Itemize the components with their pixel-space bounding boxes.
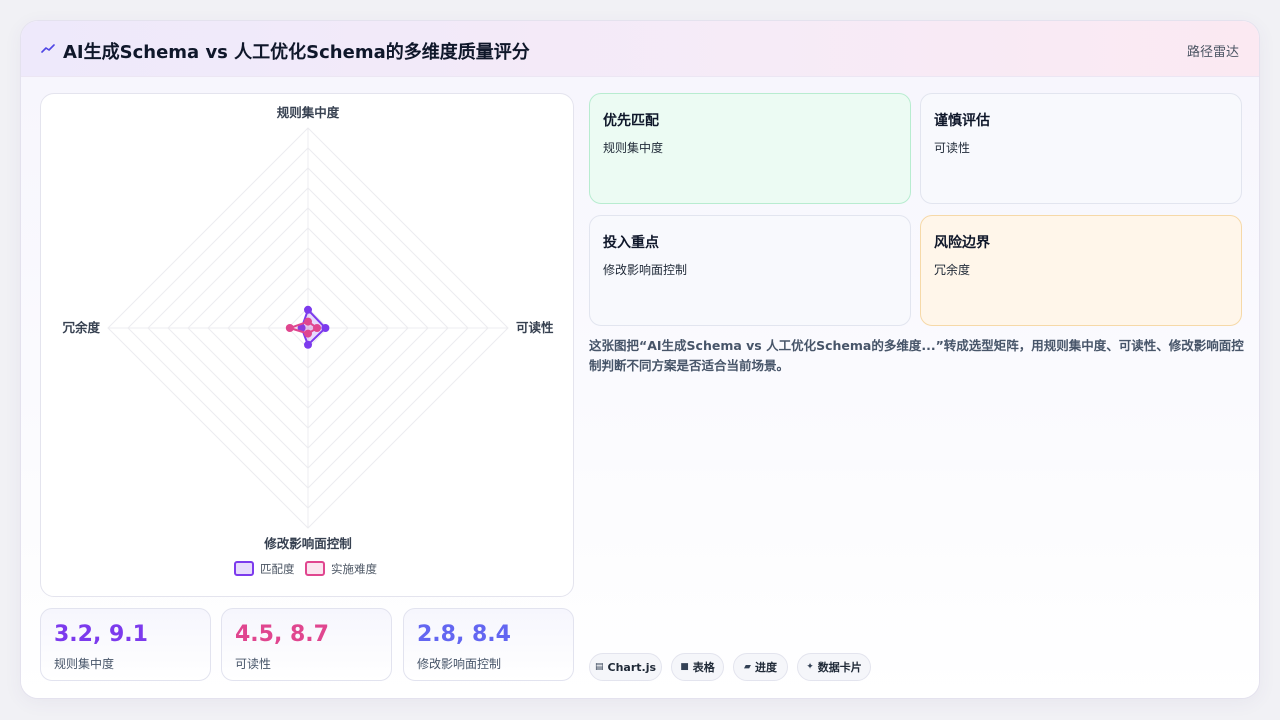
- radar-panel: 规则集中度可读性修改影响面控制 冗余度匹配度 实施难度: [40, 93, 574, 597]
- radar-data-point: [304, 305, 312, 314]
- radar-data-point: [285, 324, 294, 332]
- tile-title: 风险边界: [934, 235, 990, 251]
- stat-value: 3.2, 9.1: [54, 622, 148, 647]
- progress-icon: ▰: [744, 662, 751, 672]
- stat-card-2: 2.8, 8.4 修改影响面控制: [403, 608, 574, 681]
- radar-chart: 规则集中度可读性修改影响面控制 冗余度匹配度 实施难度: [61, 105, 554, 576]
- line-chart-icon: [41, 42, 55, 56]
- stat-value: 2.8, 8.4: [417, 622, 511, 647]
- header: AI生成Schema vs 人工优化Schema的多维度质量评分 路径雷达: [21, 21, 1259, 77]
- tile-risk-boundary: 风险边界 冗余度: [920, 215, 1242, 326]
- chip-data-card[interactable]: ✦ 数据卡片: [797, 653, 871, 681]
- legend-swatch: [305, 561, 325, 576]
- tile-priority-match: 优先匹配 规则集中度: [589, 93, 911, 204]
- chip-chartjs[interactable]: ▤ Chart.js: [589, 653, 662, 681]
- dashboard-card: AI生成Schema vs 人工优化Schema的多维度质量评分 路径雷达 规则…: [20, 20, 1260, 699]
- radar-axis-label: 冗余度: [61, 320, 100, 335]
- data-card-icon: ✦: [806, 662, 814, 672]
- tile-value: 规则集中度: [603, 141, 664, 155]
- tile-careful-evaluation: 谨慎评估 可读性: [920, 93, 1242, 204]
- radar-axis-label: 规则集中度: [277, 105, 340, 120]
- radar-axis-label: 可读性: [516, 320, 554, 335]
- tile-value: 可读性: [934, 141, 971, 155]
- chip-label: 进度: [754, 661, 777, 674]
- stat-card-1: 4.5, 8.7 可读性: [221, 608, 392, 681]
- legend-swatch: [234, 561, 254, 576]
- chart-icon: ▤: [594, 662, 604, 672]
- radar-axis-label: 修改影响面控制: [263, 536, 352, 551]
- chip-progress[interactable]: ▰ 进度: [733, 653, 788, 681]
- radar-data-point: [304, 317, 312, 326]
- chart-kind-label: 路径雷达: [1186, 45, 1239, 60]
- radar-data-point: [304, 340, 312, 349]
- radar-data-point: [304, 329, 312, 338]
- radar-data-point: [321, 324, 330, 332]
- tile-investment-focus: 投入重点 修改影响面控制: [589, 215, 911, 326]
- legend-label: 匹配度: [260, 562, 295, 576]
- tile-title: 谨慎评估: [934, 113, 990, 129]
- radar-data-point: [313, 324, 321, 332]
- table-icon: ■: [680, 662, 689, 672]
- tile-title: 优先匹配: [603, 113, 659, 129]
- tile-value: 冗余度: [934, 263, 971, 277]
- tile-title: 投入重点: [603, 235, 659, 251]
- chip-table[interactable]: ■ 表格: [671, 653, 724, 681]
- chip-label: 表格: [692, 661, 715, 674]
- chip-label: Chart.js: [607, 660, 657, 674]
- stat-card-0: 3.2, 9.1 规则集中度: [40, 608, 211, 681]
- stat-value: 4.5, 8.7: [235, 622, 329, 647]
- page-title: AI生成Schema vs 人工优化Schema的多维度质量评分: [63, 42, 530, 63]
- stat-label: 修改影响面控制: [417, 657, 502, 671]
- stat-label: 可读性: [235, 657, 272, 671]
- chart-description: 这张图把“AI生成Schema vs 人工优化Schema的多维度...”转成选…: [589, 338, 1244, 373]
- legend-label: 实施难度: [331, 562, 377, 576]
- chip-label: 数据卡片: [817, 661, 862, 674]
- stat-label: 规则集中度: [54, 657, 115, 671]
- tile-value: 修改影响面控制: [603, 263, 688, 277]
